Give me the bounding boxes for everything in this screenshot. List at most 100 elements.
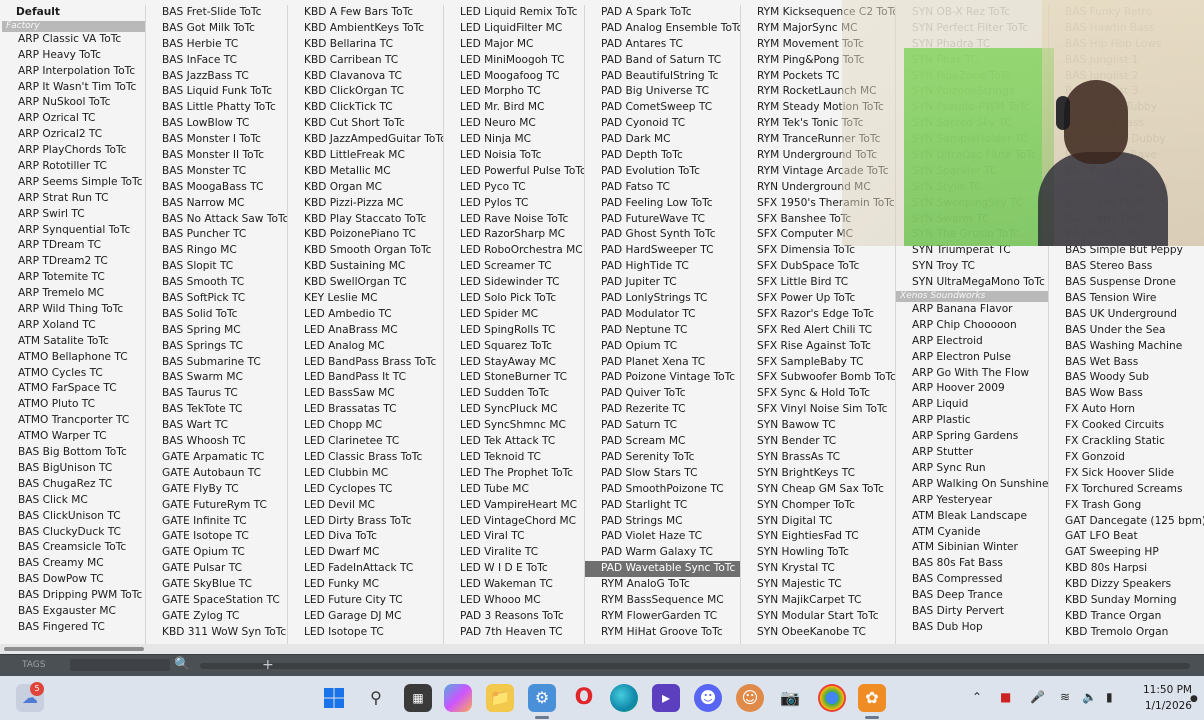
preset-item[interactable]: LED Morpho TC	[444, 84, 584, 100]
preset-item[interactable]: LED Wakeman TC	[444, 577, 584, 593]
preset-item[interactable]: LED Classic Brass ToTc	[288, 450, 443, 466]
preset-item[interactable]: LED StayAway MC	[444, 355, 584, 371]
preset-item[interactable]: ATMO Pluto TC	[2, 397, 145, 413]
preset-item[interactable]: PAD Saturn TC	[585, 418, 740, 434]
preset-item[interactable]: ATMO Cycles TC	[2, 366, 145, 382]
opera-icon[interactable]: O	[570, 684, 598, 712]
preset-item[interactable]: PAD Fatso TC	[585, 180, 740, 196]
preset-item[interactable]: LED BandPass It TC	[288, 370, 443, 386]
preset-item[interactable]: SYN Chomper ToTc	[741, 498, 895, 514]
preset-item[interactable]: BAS Compressed	[896, 572, 1048, 588]
timeline-track[interactable]	[200, 663, 1190, 669]
preset-item[interactable]: LED Teknoid TC	[444, 450, 584, 466]
preset-item[interactable]: SFX Power Up ToTc	[741, 291, 895, 307]
preset-item[interactable]: LED VampireHeart MC	[444, 498, 584, 514]
menu-scrollbar[interactable]	[0, 644, 1204, 654]
preset-item[interactable]: BAS Got Milk ToTc	[146, 21, 287, 37]
preset-item[interactable]: FX Gonzoid	[1049, 450, 1204, 466]
preset-item[interactable]: KBD Sustaining MC	[288, 259, 443, 275]
preset-item[interactable]: PAD Antares TC	[585, 37, 740, 53]
preset-item[interactable]: LED Isotope TC	[288, 625, 443, 641]
preset-item[interactable]: SYN EightiesFad TC	[741, 529, 895, 545]
preset-item[interactable]: GATE Infinite TC	[146, 514, 287, 530]
preset-item[interactable]: ATMO Trancporter TC	[2, 413, 145, 429]
preset-item[interactable]: PAD CometSweep TC	[585, 100, 740, 116]
preset-item[interactable]: ARP NuSkool ToTc	[2, 95, 145, 111]
preset-item[interactable]: SYN Modular Start ToTc	[741, 609, 895, 625]
preset-item[interactable]: ARP Rototiller TC	[2, 159, 145, 175]
preset-item[interactable]: BAS SoftPick TC	[146, 291, 287, 307]
preset-item[interactable]: LED Neuro MC	[444, 116, 584, 132]
preset-item[interactable]: GATE SkyBlue TC	[146, 577, 287, 593]
preset-item[interactable]: PAD Strings MC	[585, 514, 740, 530]
preset-item[interactable]: BAS JazzBass TC	[146, 69, 287, 85]
preset-item[interactable]: LED Ninja MC	[444, 132, 584, 148]
preset-item[interactable]: ARP Classic VA ToTc	[2, 32, 145, 48]
preset-item[interactable]: SYN Majestic TC	[741, 577, 895, 593]
preset-item[interactable]: PAD Violet Haze TC	[585, 529, 740, 545]
preset-item[interactable]: LED Squarez ToTc	[444, 339, 584, 355]
preset-item[interactable]: SFX Red Alert Chili TC	[741, 323, 895, 339]
preset-item[interactable]: ARP Heavy ToTc	[2, 48, 145, 64]
preset-item[interactable]: PAD Warm Galaxy TC	[585, 545, 740, 561]
preset-item[interactable]: ATMO FarSpace TC	[2, 381, 145, 397]
preset-item[interactable]: SYN ObeeKanobe TC	[741, 625, 895, 641]
preset-item[interactable]: BAS Suspense Drone	[1049, 275, 1204, 291]
preset-item[interactable]: KBD Clavanova TC	[288, 69, 443, 85]
preset-item[interactable]: KBD 80s Harpsi	[1049, 561, 1204, 577]
preset-item-selected[interactable]: PAD Wavetable Sync ToTc	[585, 561, 740, 578]
preset-item[interactable]: BAS Puncher TC	[146, 227, 287, 243]
preset-item[interactable]: KBD Trance Organ	[1049, 609, 1204, 625]
search-input[interactable]	[70, 659, 170, 671]
preset-item[interactable]: PAD Serenity ToTc	[585, 450, 740, 466]
preset-item[interactable]: PAD Cyonoid TC	[585, 116, 740, 132]
preset-item[interactable]: KBD AmbientKeys ToTc	[288, 21, 443, 37]
preset-item[interactable]: BAS Narrow MC	[146, 196, 287, 212]
preset-item[interactable]: PAD Quiver ToTc	[585, 386, 740, 402]
preset-item[interactable]: SYN UltraMegaMono ToTc	[896, 275, 1048, 291]
preset-item[interactable]: LED Sidewinder TC	[444, 275, 584, 291]
preset-item[interactable]: BAS Herbie TC	[146, 37, 287, 53]
preset-item[interactable]: BAS Little Phatty ToTc	[146, 100, 287, 116]
tray-app-icon[interactable]: ■	[1000, 688, 1011, 706]
preset-item[interactable]: ARP Seems Simple ToTc	[2, 175, 145, 191]
camera-icon[interactable]: 📷	[776, 684, 804, 712]
preset-item[interactable]: SFX Razor's Edge ToTc	[741, 307, 895, 323]
preset-item[interactable]: LED Rave Noise ToTc	[444, 212, 584, 228]
preset-item[interactable]: ARP PlayChords ToTc	[2, 143, 145, 159]
preset-item[interactable]: BAS Exgauster MC	[2, 604, 145, 620]
preset-item[interactable]: LED Tube MC	[444, 482, 584, 498]
preset-item[interactable]: KBD LittleFreak MC	[288, 148, 443, 164]
preset-item[interactable]: SYN MajikCarpet TC	[741, 593, 895, 609]
preset-item[interactable]: BAS Swarm MC	[146, 370, 287, 386]
preset-item[interactable]: LED SpingRolls TC	[444, 323, 584, 339]
preset-item[interactable]: KBD Sunday Morning	[1049, 593, 1204, 609]
preset-item[interactable]: BAS TekTote TC	[146, 402, 287, 418]
preset-item[interactable]: PAD Planet Xena TC	[585, 355, 740, 371]
preset-item[interactable]: PAD 7th Heaven TC	[444, 625, 584, 641]
preset-item[interactable]: SFX Sync & Hold ToTc	[741, 386, 895, 402]
preset-item[interactable]: KBD PoizonePiano TC	[288, 227, 443, 243]
preset-item[interactable]: ARP Plastic	[896, 413, 1048, 429]
preset-item[interactable]: GATE FutureRym TC	[146, 498, 287, 514]
preset-item[interactable]: PAD FutureWave TC	[585, 212, 740, 228]
preset-item[interactable]: ARP Ozrical TC	[2, 111, 145, 127]
preset-item[interactable]: ARP Xoland TC	[2, 318, 145, 334]
preset-item[interactable]: BAS ChugaRez TC	[2, 477, 145, 493]
preset-item[interactable]: BAS Liquid Funk ToTc	[146, 84, 287, 100]
preset-item[interactable]: BAS Tension Wire	[1049, 291, 1204, 307]
preset-item[interactable]: KBD Pizzi-Pizza MC	[288, 196, 443, 212]
preset-item[interactable]: BAS Whoosh TC	[146, 434, 287, 450]
preset-item[interactable]: BAS Washing Machine	[1049, 339, 1204, 355]
preset-item[interactable]: PAD Neptune TC	[585, 323, 740, 339]
preset-item[interactable]: ARP TDream TC	[2, 238, 145, 254]
preset-item[interactable]: ARP Swirl TC	[2, 207, 145, 223]
preset-item[interactable]: LED Ambedio TC	[288, 307, 443, 323]
preset-item[interactable]: ARP Hoover 2009	[896, 381, 1048, 397]
preset-item[interactable]: LED Screamer TC	[444, 259, 584, 275]
preset-item[interactable]: BAS Solid ToTc	[146, 307, 287, 323]
preset-item[interactable]: PAD HighTide TC	[585, 259, 740, 275]
preset-item[interactable]: PAD Dark MC	[585, 132, 740, 148]
preset-item[interactable]: ATMO Bellaphone TC	[2, 350, 145, 366]
preset-item[interactable]: BAS DowPow TC	[2, 572, 145, 588]
